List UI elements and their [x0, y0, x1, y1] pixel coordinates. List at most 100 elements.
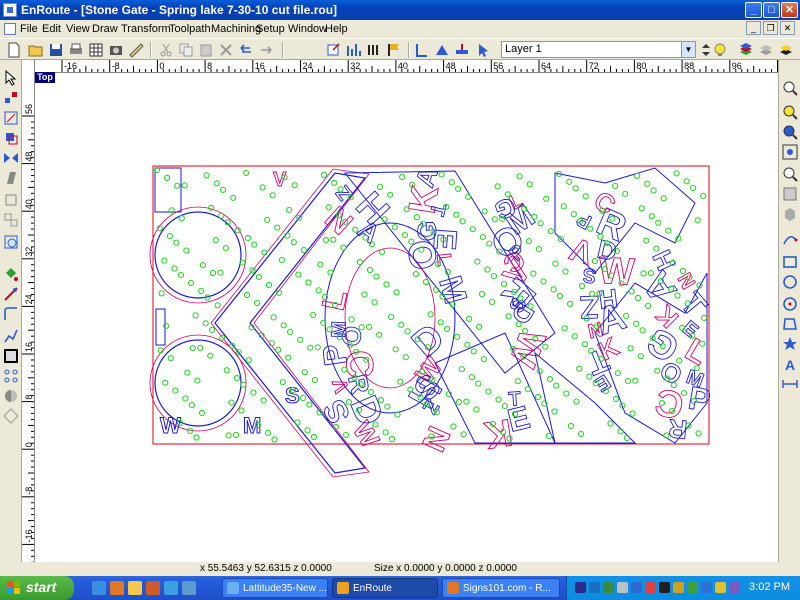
- diamond-icon[interactable]: [3, 408, 19, 424]
- copy-icon[interactable]: [178, 42, 194, 58]
- open-icon[interactable]: [28, 42, 44, 58]
- delete-icon[interactable]: [218, 42, 234, 58]
- view-3d-icon[interactable]: [782, 206, 798, 222]
- menu-draw[interactable]: Draw: [92, 23, 118, 35]
- menu-transform[interactable]: Transform: [121, 23, 171, 35]
- menu-file[interactable]: File: [20, 23, 38, 35]
- distort-icon[interactable]: [3, 192, 19, 208]
- task-lattitude[interactable]: Lattitude35-New ...: [222, 578, 328, 598]
- menu-toolpath[interactable]: Toolpath: [169, 23, 211, 35]
- chevron-down-icon[interactable]: ▼: [681, 42, 695, 57]
- text-tool-icon[interactable]: A: [782, 356, 798, 373]
- folder-quicklaunch-icon[interactable]: [128, 581, 142, 595]
- undo-icon[interactable]: [238, 42, 254, 58]
- layer-select[interactable]: Layer 1 ▼: [501, 41, 696, 58]
- paste-icon[interactable]: [198, 42, 214, 58]
- pan-icon[interactable]: [782, 186, 798, 202]
- camera-icon[interactable]: [108, 42, 124, 58]
- app-icon[interactable]: [3, 3, 17, 17]
- layer-spinner[interactable]: [698, 42, 710, 58]
- bevel-icon[interactable]: [3, 286, 19, 302]
- draw-polygon-icon[interactable]: [782, 316, 798, 332]
- layer-bulb-icon[interactable]: [712, 42, 728, 58]
- paint-quicklaunch-icon[interactable]: [182, 581, 196, 595]
- tray-icon[interactable]: [589, 582, 600, 593]
- weld-icon[interactable]: [3, 234, 19, 250]
- node-edit-icon[interactable]: [3, 90, 19, 106]
- redo-icon[interactable]: [258, 42, 274, 58]
- start-button[interactable]: start: [0, 576, 74, 600]
- zoom-previous-icon[interactable]: [782, 166, 798, 182]
- app-quicklaunch-icon[interactable]: [146, 581, 160, 595]
- layer-stack-icon[interactable]: [738, 42, 754, 58]
- draw-rectangle-icon[interactable]: [782, 254, 798, 270]
- plate-icon[interactable]: [454, 42, 470, 58]
- slant-icon[interactable]: [3, 170, 19, 186]
- bars-tool-icon[interactable]: [366, 42, 382, 58]
- mirror-icon[interactable]: [3, 150, 19, 166]
- menu-help[interactable]: Help: [325, 23, 348, 35]
- task-signs101[interactable]: Signs101.com - R...: [442, 578, 560, 598]
- tray-icon[interactable]: [701, 582, 712, 593]
- tray-icon[interactable]: [617, 582, 628, 593]
- network-quicklaunch-icon[interactable]: [164, 581, 178, 595]
- mdi-close-button[interactable]: ✕: [780, 21, 795, 35]
- tray-icon[interactable]: [659, 582, 670, 593]
- desktop-quicklaunch-icon[interactable]: [92, 581, 106, 595]
- layer-yellow-icon[interactable]: [778, 42, 794, 58]
- align-icon[interactable]: [326, 42, 342, 58]
- mdi-restore-button[interactable]: ❐: [763, 21, 778, 35]
- path-icon[interactable]: [3, 328, 19, 344]
- print-icon[interactable]: [68, 42, 84, 58]
- zoom-window-icon[interactable]: [782, 80, 798, 96]
- task-enroute[interactable]: EnRoute: [332, 578, 438, 598]
- machining-icon[interactable]: [434, 42, 450, 58]
- rotate-icon[interactable]: [3, 130, 19, 146]
- zoom-all-icon[interactable]: [782, 144, 798, 160]
- ruler-icon[interactable]: [128, 42, 144, 58]
- array-icon[interactable]: [3, 212, 19, 228]
- close-button[interactable]: ✕: [781, 2, 798, 18]
- tray-icon[interactable]: [715, 582, 726, 593]
- new-icon[interactable]: [6, 42, 22, 58]
- mdi-minimize-button[interactable]: _: [746, 21, 761, 35]
- dimension-icon[interactable]: [782, 376, 798, 392]
- draw-curve-icon[interactable]: [782, 232, 798, 248]
- draw-circle-icon[interactable]: [782, 274, 798, 290]
- shade-icon[interactable]: [3, 388, 19, 404]
- tray-icon[interactable]: [603, 582, 614, 593]
- tray-icon[interactable]: [631, 582, 642, 593]
- maximize-button[interactable]: □: [763, 2, 780, 18]
- grid-icon[interactable]: [88, 42, 104, 58]
- menu-window[interactable]: Window: [288, 23, 327, 35]
- cursor-tool-icon[interactable]: [476, 42, 492, 58]
- flag-tool-icon[interactable]: [386, 42, 402, 58]
- fill-icon[interactable]: [3, 266, 19, 282]
- zoom-out-icon[interactable]: [782, 124, 798, 140]
- select-arrow-icon[interactable]: [3, 69, 19, 86]
- menu-setup[interactable]: Setup: [256, 23, 285, 35]
- grid-array-icon[interactable]: [3, 368, 19, 384]
- drawing-canvas[interactable]: VAMWERNOSKPHLDTCZGVAMWERNOSKPHLDTCZGVAMW…: [35, 73, 778, 562]
- rectangle-frame-icon[interactable]: [3, 348, 19, 364]
- tray-icon[interactable]: [729, 582, 740, 593]
- transform-icon[interactable]: [3, 110, 19, 126]
- zoom-in-icon[interactable]: [782, 104, 798, 120]
- document-icon[interactable]: [4, 23, 16, 35]
- tray-icon[interactable]: [673, 582, 684, 593]
- menu-machining[interactable]: Machining: [211, 23, 261, 35]
- save-icon[interactable]: [48, 42, 64, 58]
- offset-icon[interactable]: [3, 306, 19, 322]
- draw-arc-icon[interactable]: [782, 296, 798, 312]
- menu-edit[interactable]: Edit: [42, 23, 61, 35]
- cut-icon[interactable]: [158, 42, 174, 58]
- menu-view[interactable]: View: [66, 23, 90, 35]
- tray-icon[interactable]: [645, 582, 656, 593]
- draw-star-icon[interactable]: [782, 336, 798, 352]
- tray-icon[interactable]: [687, 582, 698, 593]
- layer-gray-icon[interactable]: [758, 42, 774, 58]
- minimize-button[interactable]: _: [745, 2, 762, 18]
- firefox-quicklaunch-icon[interactable]: [110, 581, 124, 595]
- tool-path-icon[interactable]: [414, 42, 430, 58]
- tray-icon[interactable]: [575, 582, 586, 593]
